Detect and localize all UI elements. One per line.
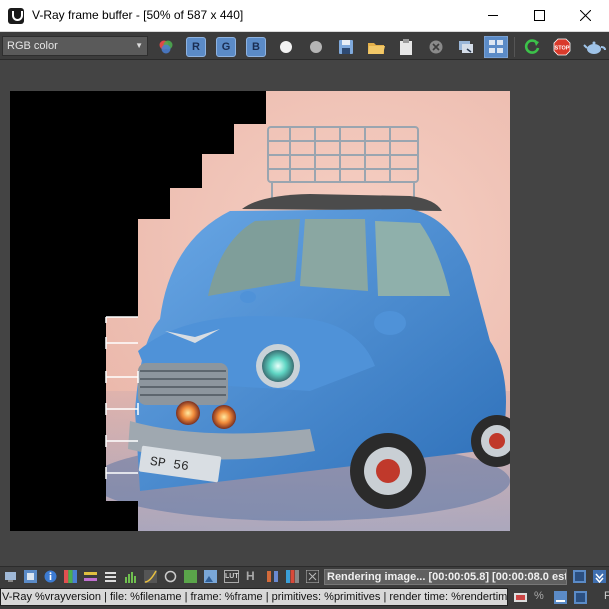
render-canvas: SP 56 (10, 91, 510, 531)
stamp-text-field[interactable]: V-Ray %vrayversion | file: %filename | f… (0, 588, 508, 606)
red-channel-button[interactable]: R (186, 37, 206, 57)
render-progress-status: Rendering image... [00:00:05.8] [00:00:0… (324, 569, 567, 585)
render-viewport[interactable]: SP 56 (0, 60, 609, 566)
maximize-button[interactable] (516, 0, 562, 31)
close-button[interactable] (562, 0, 608, 31)
channel-dropdown[interactable]: RGB color ▼ (2, 36, 148, 56)
stamp-bar: V-Ray %vrayversion | file: %filename | f… (0, 586, 609, 609)
panel-toggle-icon[interactable] (573, 570, 586, 583)
toolbar-separator (514, 37, 515, 57)
lut-button[interactable]: LUT (224, 570, 239, 583)
background-image-icon[interactable] (204, 570, 217, 583)
compare-icon[interactable] (286, 570, 299, 583)
exposure-icon[interactable] (164, 570, 177, 583)
chevron-down-icon: ▼ (135, 41, 143, 50)
rendered-image: SP 56 (10, 91, 510, 531)
curves-icon[interactable] (144, 570, 157, 583)
layers-panel-icon[interactable] (24, 570, 37, 583)
clear-image-icon[interactable] (426, 37, 446, 57)
hue-button[interactable]: H (246, 569, 255, 583)
region-render-icon[interactable] (484, 36, 508, 58)
monitor-icon[interactable] (4, 570, 17, 583)
monochrome-icon[interactable] (306, 37, 326, 57)
histogram-icon[interactable] (124, 570, 137, 583)
alpha-white-icon[interactable] (276, 37, 296, 57)
headlight (262, 350, 294, 382)
window-title: V-Ray frame buffer - [50% of 587 x 440] (32, 8, 244, 22)
bottom-toolbar: LUT H Rendering image... [00:00:05.8] [0… (0, 566, 609, 586)
close-icon (580, 10, 591, 21)
info-icon[interactable] (44, 570, 57, 583)
saturation-icon[interactable] (266, 570, 279, 583)
open-folder-icon[interactable] (366, 37, 386, 57)
hsl-icon[interactable] (84, 570, 97, 583)
vray-frame-buffer-window: V-Ray frame buffer - [50% of 587 x 440] … (0, 0, 609, 609)
minimize-button[interactable] (470, 0, 516, 31)
vray-logo-icon (8, 8, 24, 24)
toolbar: RGB color ▼ R G B STOP (0, 32, 609, 60)
green-channel-button[interactable]: G (216, 37, 236, 57)
fog-light-right (212, 405, 236, 429)
teapot-interactive-render-icon[interactable] (583, 37, 607, 57)
white-balance-icon[interactable] (184, 570, 197, 583)
channel-dropdown-value: RGB color (7, 40, 58, 52)
stop-label: STOP (555, 46, 570, 52)
stamp-toggle-icon[interactable] (514, 591, 527, 604)
expand-down-icon[interactable] (593, 570, 606, 583)
lens-effects-icon[interactable] (306, 570, 319, 583)
clipboard-icon[interactable] (396, 37, 416, 57)
blue-channel-button[interactable]: B (246, 37, 266, 57)
save-image-icon[interactable] (336, 37, 356, 57)
history-icon[interactable] (456, 37, 476, 57)
stamp-position-icon[interactable] (554, 591, 567, 604)
stop-render-icon[interactable]: STOP (552, 37, 572, 57)
color-channels-icon[interactable] (156, 37, 176, 57)
fog-light-left (176, 401, 200, 425)
percent-icon[interactable]: % (534, 590, 544, 602)
stamp-align-icon[interactable] (574, 591, 587, 604)
color-correction-icon[interactable] (64, 570, 77, 583)
stamp-font-button[interactable]: F (604, 590, 609, 602)
levels-icon[interactable] (104, 570, 117, 583)
title-bar: V-Ray frame buffer - [50% of 587 x 440] (0, 0, 609, 32)
render-refresh-icon[interactable] (522, 37, 542, 57)
